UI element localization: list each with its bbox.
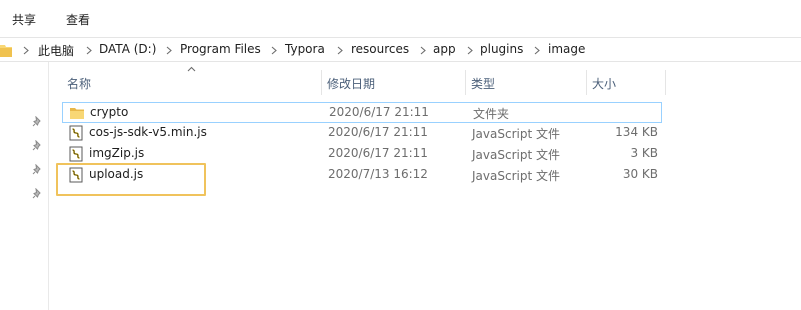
breadcrumb-program-files[interactable]: Program Files bbox=[180, 42, 261, 56]
breadcrumb-image[interactable]: image bbox=[548, 42, 585, 56]
file-type: JavaScript 文件 bbox=[472, 127, 560, 141]
pin-icon[interactable] bbox=[32, 164, 43, 175]
chevron-right-icon[interactable] bbox=[22, 46, 30, 55]
folder-icon bbox=[69, 105, 85, 121]
file-row-crypto[interactable]: crypto 2020/6/17 21:11 文件夹 bbox=[62, 102, 662, 123]
file-date: 2020/6/17 21:11 bbox=[328, 146, 428, 160]
ribbon: 共享 查看 bbox=[0, 0, 801, 36]
chevron-right-icon[interactable] bbox=[419, 46, 427, 55]
file-name: crypto bbox=[90, 105, 129, 119]
breadcrumb-typora[interactable]: Typora bbox=[285, 42, 325, 56]
tab-share[interactable]: 共享 bbox=[12, 11, 36, 28]
js-file-icon bbox=[68, 125, 84, 141]
chevron-right-icon[interactable] bbox=[336, 46, 344, 55]
folder-icon bbox=[0, 43, 12, 57]
file-type: 文件夹 bbox=[473, 107, 510, 121]
file-type: JavaScript 文件 bbox=[472, 148, 560, 162]
breadcrumb-plugins[interactable]: plugins bbox=[480, 42, 523, 56]
chevron-right-icon[interactable] bbox=[165, 46, 173, 55]
tab-view[interactable]: 查看 bbox=[66, 11, 90, 28]
column-header-row: 名称 修改日期 类型 大小 bbox=[62, 70, 666, 95]
annotation-highlight-box bbox=[56, 163, 206, 196]
chevron-right-icon[interactable] bbox=[85, 46, 93, 55]
file-date: 2020/6/17 21:11 bbox=[329, 105, 429, 119]
chevron-right-icon[interactable] bbox=[466, 46, 474, 55]
address-bar[interactable]: 此电脑 DATA (D:) Program Files Typora resou… bbox=[0, 37, 801, 62]
file-size: 134 KB bbox=[615, 125, 658, 139]
file-date: 2020/6/17 21:11 bbox=[328, 125, 428, 139]
file-size: 3 KB bbox=[630, 146, 658, 160]
file-date: 2020/7/13 16:12 bbox=[328, 167, 428, 181]
breadcrumb-this-pc[interactable]: 此电脑 bbox=[38, 42, 74, 59]
column-header-size[interactable]: 大小 bbox=[587, 70, 666, 95]
column-header-type[interactable]: 类型 bbox=[466, 70, 587, 95]
file-row-imgzip[interactable]: imgZip.js 2020/6/17 21:11 JavaScript 文件 … bbox=[62, 144, 662, 165]
breadcrumb-resources[interactable]: resources bbox=[351, 42, 409, 56]
file-name: imgZip.js bbox=[89, 146, 145, 160]
chevron-right-icon[interactable] bbox=[270, 46, 278, 55]
column-header-date[interactable]: 修改日期 bbox=[322, 70, 466, 95]
column-header-name[interactable]: 名称 bbox=[62, 70, 322, 95]
chevron-right-icon[interactable] bbox=[533, 46, 541, 55]
breadcrumb-data-drive[interactable]: DATA (D:) bbox=[99, 42, 156, 56]
file-type: JavaScript 文件 bbox=[472, 169, 560, 183]
navigation-pane[interactable] bbox=[0, 62, 49, 310]
js-file-icon bbox=[68, 146, 84, 162]
pin-icon[interactable] bbox=[32, 116, 43, 127]
pin-icon[interactable] bbox=[32, 140, 43, 151]
file-name: cos-js-sdk-v5.min.js bbox=[89, 125, 207, 139]
breadcrumb-app[interactable]: app bbox=[433, 42, 456, 56]
file-size: 30 KB bbox=[622, 167, 658, 181]
file-row-cos-js-sdk[interactable]: cos-js-sdk-v5.min.js 2020/6/17 21:11 Jav… bbox=[62, 123, 662, 144]
pin-icon[interactable] bbox=[32, 188, 43, 199]
